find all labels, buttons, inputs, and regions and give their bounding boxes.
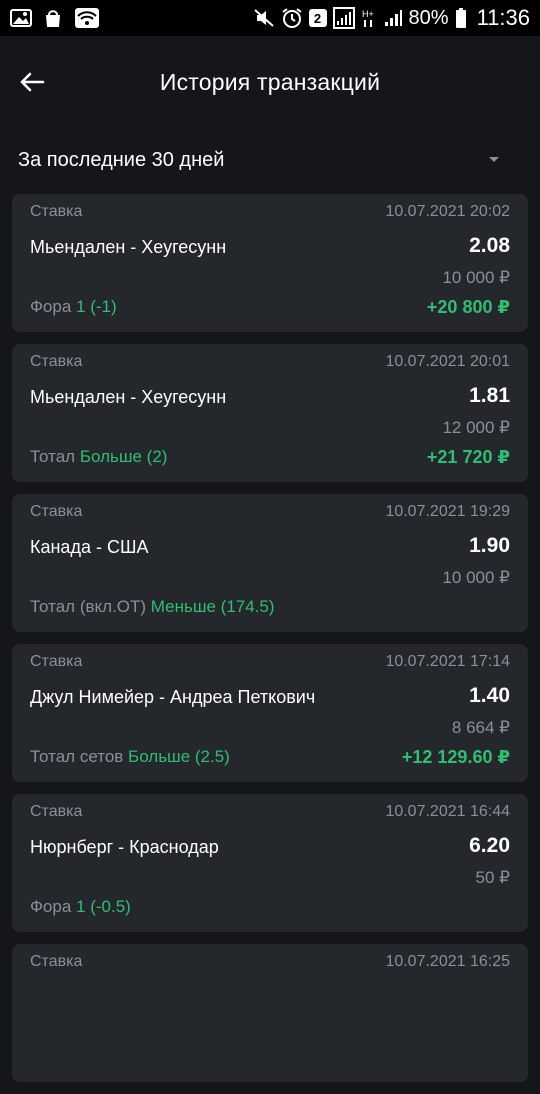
stake-amount: 8 664 ₽ xyxy=(451,718,510,737)
stake-amount: 10 000 ₽ xyxy=(442,568,510,587)
bet-market: Фора 1 (-0.5) xyxy=(30,897,131,917)
transaction-type: Ставка xyxy=(30,653,83,670)
sim-slot-badge: 2 xyxy=(308,9,327,27)
bet-outcome: Меньше (174.5) xyxy=(150,597,275,616)
win-amount: +21 720 ₽ xyxy=(426,447,510,467)
app-header: История транзакций xyxy=(0,36,540,128)
signal-icon xyxy=(332,7,355,29)
battery-percent: 80% xyxy=(408,6,449,29)
signal-bars-icon xyxy=(383,8,403,28)
market-name: Фора xyxy=(30,297,72,316)
transaction-datetime: 10.07.2021 19:29 xyxy=(385,503,510,520)
coefficient: 6.20 xyxy=(469,834,510,857)
bet-market: Тотал (вкл.ОТ) Меньше (174.5) xyxy=(30,597,275,617)
win-amount: +20 800 ₽ xyxy=(426,297,510,317)
transaction-datetime: 10.07.2021 16:25 xyxy=(385,953,510,970)
battery-icon xyxy=(455,7,467,29)
transaction-type: Ставка xyxy=(30,353,83,370)
gallery-notification-icon xyxy=(10,8,32,28)
alarm-icon xyxy=(281,7,303,29)
status-bar: 2 H+ 80% 11:36 xyxy=(0,0,540,36)
transaction-card[interactable]: Ставка 10.07.2021 16:25 xyxy=(12,944,528,1082)
wifi-icon xyxy=(74,7,100,29)
coefficient: 1.81 xyxy=(469,384,510,407)
clock: 11:36 xyxy=(476,5,530,30)
bet-market: Фора 1 (-1) xyxy=(30,297,117,317)
mute-icon xyxy=(253,7,275,29)
transaction-card[interactable]: Ставка 10.07.2021 19:29 Канада - США 1.9… xyxy=(12,494,528,632)
bet-market: Тотал сетов Больше (2.5) xyxy=(30,747,230,767)
market-name: Тотал сетов xyxy=(30,747,124,766)
stake-amount: 50 ₽ xyxy=(475,868,510,887)
bet-market: Тотал Больше (2) xyxy=(30,447,167,467)
chevron-down-icon xyxy=(488,151,500,169)
win-amount: +12 129.60 ₽ xyxy=(401,747,510,767)
coefficient: 1.90 xyxy=(469,534,510,557)
page-title: История транзакций xyxy=(159,69,381,95)
period-dropdown[interactable]: За последние 30 дней xyxy=(0,138,540,182)
market-name: Тотал (вкл.ОТ) xyxy=(30,597,147,616)
event-name: Канада - США xyxy=(30,537,149,557)
svg-text:H+: H+ xyxy=(362,9,374,19)
network-hplus-icon: H+ xyxy=(361,7,377,29)
shopping-bag-icon xyxy=(42,7,64,29)
event-name: Мьендален - Хеугесунн xyxy=(30,237,227,257)
market-name: Фора xyxy=(30,897,72,916)
transaction-type: Ставка xyxy=(30,953,83,970)
transaction-datetime: 10.07.2021 16:44 xyxy=(385,803,510,820)
transaction-type: Ставка xyxy=(30,203,83,220)
transaction-card[interactable]: Ставка 10.07.2021 16:44 Нюрнберг - Красн… xyxy=(12,794,528,932)
bet-outcome: 1 (-0.5) xyxy=(76,897,131,916)
bet-outcome: 1 (-1) xyxy=(76,297,117,316)
coefficient: 1.40 xyxy=(469,684,510,707)
stake-amount: 12 000 ₽ xyxy=(442,418,510,437)
bet-outcome: Больше (2) xyxy=(79,447,168,466)
period-label: За последние 30 дней xyxy=(18,148,225,171)
transaction-datetime: 10.07.2021 17:14 xyxy=(385,653,510,670)
event-name: Джул Нимейер - Андреа Петкович xyxy=(30,687,316,707)
transaction-list: Ставка 10.07.2021 20:02 Мьендален - Хеуг… xyxy=(12,194,528,1094)
transaction-type: Ставка xyxy=(30,803,83,820)
event-name: Нюрнберг - Краснодар xyxy=(30,837,219,857)
coefficient: 2.08 xyxy=(469,234,510,257)
event-name: Мьендален - Хеугесунн xyxy=(30,387,227,407)
transaction-type: Ставка xyxy=(30,503,83,520)
market-name: Тотал xyxy=(30,447,76,466)
stake-amount: 10 000 ₽ xyxy=(442,268,510,287)
transaction-card[interactable]: Ставка 10.07.2021 20:01 Мьендален - Хеуг… xyxy=(12,344,528,482)
transaction-card[interactable]: Ставка 10.07.2021 17:14 Джул Нимейер - А… xyxy=(12,644,528,782)
transaction-datetime: 10.07.2021 20:02 xyxy=(385,203,510,220)
bet-outcome: Больше (2.5) xyxy=(128,747,230,766)
transaction-datetime: 10.07.2021 20:01 xyxy=(385,353,510,370)
transaction-card[interactable]: Ставка 10.07.2021 20:02 Мьендален - Хеуг… xyxy=(12,194,528,332)
